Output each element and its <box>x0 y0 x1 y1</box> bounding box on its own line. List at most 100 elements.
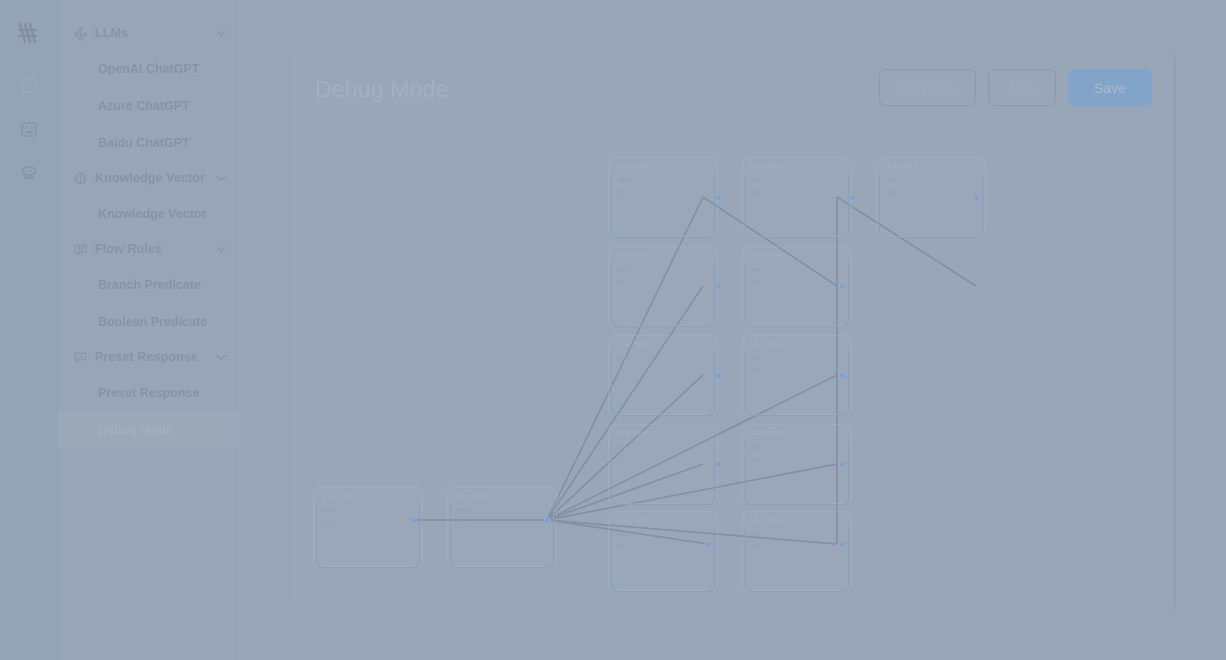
flow-node-title: User Input <box>885 163 917 170</box>
flow-node-field-value: Text <box>617 368 628 374</box>
sidebar-item-openai-chatgpt[interactable]: OpenAI ChatGPT <box>58 50 239 87</box>
flow-node-title: User Input <box>617 163 649 170</box>
flow-edges <box>413 196 977 545</box>
chevron-down-icon[interactable] <box>215 243 227 255</box>
flow-node-field-value: Text <box>751 368 762 374</box>
flow-node-title: User Input <box>617 517 649 524</box>
flow-node[interactable]: User Input Input Text <box>876 157 986 238</box>
flow-node-field-label: Input <box>751 356 764 362</box>
nav-group-llms[interactable]: LLMs <box>58 16 239 50</box>
flow-node[interactable]: User Input Input Text <box>742 157 852 238</box>
flow-node-field-label: Input <box>885 178 898 184</box>
chevron-down-icon[interactable] <box>215 27 227 39</box>
book-icon <box>72 241 88 257</box>
flow-node-port[interactable] <box>714 193 722 201</box>
flow-node-field-value: Text <box>751 457 762 463</box>
flow-node-title: User Input <box>617 341 649 348</box>
flow-node-field-value: Text <box>751 544 762 550</box>
sidebar-item-azure-chatgpt[interactable]: Azure ChatGPT <box>58 87 239 124</box>
flow-node-field-label: Input <box>456 508 469 514</box>
flow-node-field-label: Input <box>617 445 630 451</box>
flow-node-field-label: Input <box>617 267 630 273</box>
flow-node-field-value: Text <box>751 279 762 285</box>
flow-node-title: User Input <box>751 163 783 170</box>
flow-node-field-label: Input <box>617 532 630 538</box>
flow-node-field-label: Input <box>751 445 764 451</box>
flow-node-port[interactable] <box>848 193 856 201</box>
flow-node-port[interactable] <box>838 371 846 379</box>
flow-node-field-value: Text <box>617 279 628 285</box>
nav-group-label: LLMs <box>95 26 129 40</box>
flow-node-field-value: Text <box>456 520 467 526</box>
flow-node-port[interactable] <box>838 460 846 468</box>
sidebar-item-baidu-chatgpt[interactable]: Baidu ChatGPT <box>58 124 239 161</box>
chevron-down-icon[interactable] <box>215 172 227 184</box>
flow-node-field-value: Text <box>617 544 628 550</box>
flow-node[interactable]: User Input Input Text <box>742 511 852 592</box>
logo-icon[interactable] <box>12 16 46 50</box>
flow-node-port[interactable] <box>714 460 722 468</box>
flow-node-field-value: Text <box>617 190 628 196</box>
sidebar-item-boolean-predicate[interactable]: Boolean Predicate <box>58 303 239 340</box>
flow-node-title: User Input <box>751 252 783 259</box>
flow-node-field-value: Text <box>322 520 333 526</box>
sidebar-item-branch-predicate[interactable]: Branch Predicate <box>58 266 239 303</box>
nav-group-label: Flow Rules <box>95 242 162 256</box>
svg-text:AI: AI <box>78 353 83 358</box>
nav-group-label: Knowledge Vector <box>95 171 205 185</box>
nav-group-preset-response[interactable]: AI Preset Response <box>58 340 239 374</box>
flow-node-field-label: Input <box>617 356 630 362</box>
nav-group-flow-rules[interactable]: Flow Rules <box>58 232 239 266</box>
flow-node-field-label: Input <box>617 178 630 184</box>
flow-node-field-value: Text <box>751 190 762 196</box>
network-nodes-icon <box>72 25 88 41</box>
debug-mode-panel: Debug Mode Dialogue Run Save User Input I… <box>291 52 1176 610</box>
flow-node-field-value: Text <box>885 190 896 196</box>
flow-node-title: User Input <box>322 493 354 500</box>
flow-canvas[interactable]: User Input Input Text User Input Input Text Us… <box>291 52 1174 610</box>
flow-node-port[interactable] <box>838 282 846 290</box>
flow-node-port[interactable] <box>838 540 846 548</box>
flow-node-title: User Input <box>617 430 649 437</box>
flow-node-field-label: Input <box>751 267 764 273</box>
flow-node[interactable]: User Input Input Text <box>608 157 718 238</box>
flow-node[interactable]: User Input Input Text <box>608 246 718 327</box>
sidebar-item-knowledge-vector[interactable]: Knowledge Vector <box>58 195 239 232</box>
flow-node-title: User Input <box>751 430 783 437</box>
flow-node-port[interactable] <box>972 193 980 201</box>
flow-node-title: User Input <box>456 493 488 500</box>
ai-chat-bubble-icon: AI <box>72 349 88 365</box>
flow-node-port[interactable] <box>409 516 417 524</box>
flow-node-field-label: Input <box>751 178 764 184</box>
flow-node[interactable]: User Input Input Text <box>742 424 852 505</box>
nav-group-knowledge-vector[interactable]: Knowledge Vector <box>58 161 239 195</box>
robot-oval-icon[interactable] <box>12 156 46 190</box>
sidebar-item-preset-response[interactable]: Preset Response <box>58 374 239 411</box>
flow-node-port[interactable] <box>714 371 722 379</box>
flow-node-field-label: Input <box>322 508 335 514</box>
flow-node-field-label: Input <box>751 532 764 538</box>
flow-node[interactable]: User Input Input Text <box>313 487 423 568</box>
flow-node[interactable]: User Input Input Text <box>742 246 852 327</box>
chevron-down-icon[interactable] <box>215 351 227 363</box>
flow-node-title: User Input <box>751 517 783 524</box>
robot-head-icon[interactable] <box>12 68 46 102</box>
flow-node[interactable]: User Input Input Text <box>608 424 718 505</box>
sidebar: LLMs OpenAI ChatGPT Azure ChatGPT Baidu … <box>58 0 240 660</box>
flow-node[interactable]: User Input Input Text <box>447 487 557 568</box>
icon-rail <box>0 0 58 660</box>
flow-node[interactable]: User Input Input Text <box>742 335 852 416</box>
brain-icon <box>72 170 88 186</box>
nav-group-label: Preset Response <box>95 350 198 364</box>
flow-node-title: User Input <box>751 341 783 348</box>
flow-node[interactable]: User Input Input Text <box>608 511 718 592</box>
sidebar-item-debug-mode[interactable]: Debug Mode <box>58 411 239 448</box>
flow-node-port[interactable] <box>704 540 712 548</box>
flow-node-port[interactable] <box>543 516 551 524</box>
flow-node-field-value: Text <box>617 457 628 463</box>
flow-node-port[interactable] <box>714 282 722 290</box>
app-root: LLMs OpenAI ChatGPT Azure ChatGPT Baidu … <box>0 0 1226 660</box>
robot-square-icon[interactable] <box>12 112 46 146</box>
flow-node[interactable]: User Input Input Text <box>608 335 718 416</box>
flow-node-title: User Input <box>617 252 649 259</box>
